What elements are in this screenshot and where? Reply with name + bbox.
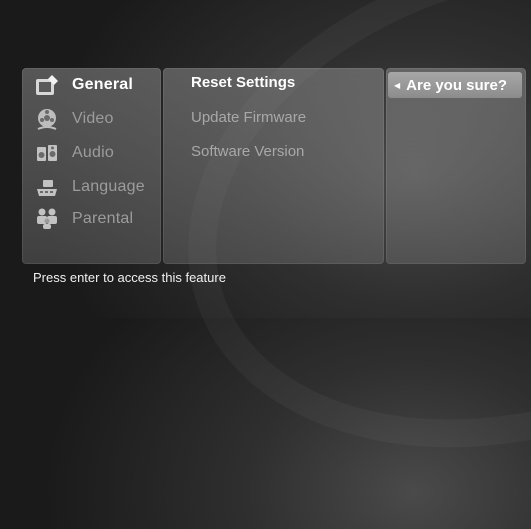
category-label: Audio (72, 144, 114, 161)
confirm-panel: ◀ Are you sure? (386, 68, 526, 264)
keyboard-icon (32, 174, 62, 200)
category-language[interactable]: Language (32, 172, 145, 202)
option-software-version[interactable]: Software Version (191, 143, 304, 160)
category-parental[interactable]: Parental (32, 204, 133, 234)
options-panel: Reset Settings Update Firmware Software … (163, 68, 384, 264)
status-hint: Press enter to access this feature (33, 270, 226, 285)
confirm-button[interactable]: ◀ Are you sure? (388, 72, 522, 98)
category-panel: General Video Audio Language Parental (22, 68, 161, 264)
left-arrow-icon: ◀ (394, 80, 401, 90)
option-reset-settings[interactable]: Reset Settings (191, 74, 295, 91)
speaker-icon (32, 140, 62, 166)
category-label: Parental (72, 210, 134, 227)
confirm-label: Are you sure? (406, 76, 508, 94)
option-update-firmware[interactable]: Update Firmware (191, 109, 306, 126)
category-label: General (72, 76, 133, 93)
film-reel-icon (32, 106, 62, 132)
category-audio[interactable]: Audio (32, 138, 114, 168)
parental-family-icon (32, 206, 62, 232)
category-label: Video (72, 110, 114, 127)
category-label: Language (72, 178, 145, 195)
settings-wrench-icon (32, 72, 62, 98)
category-general[interactable]: General (32, 70, 133, 100)
category-video[interactable]: Video (32, 104, 114, 134)
